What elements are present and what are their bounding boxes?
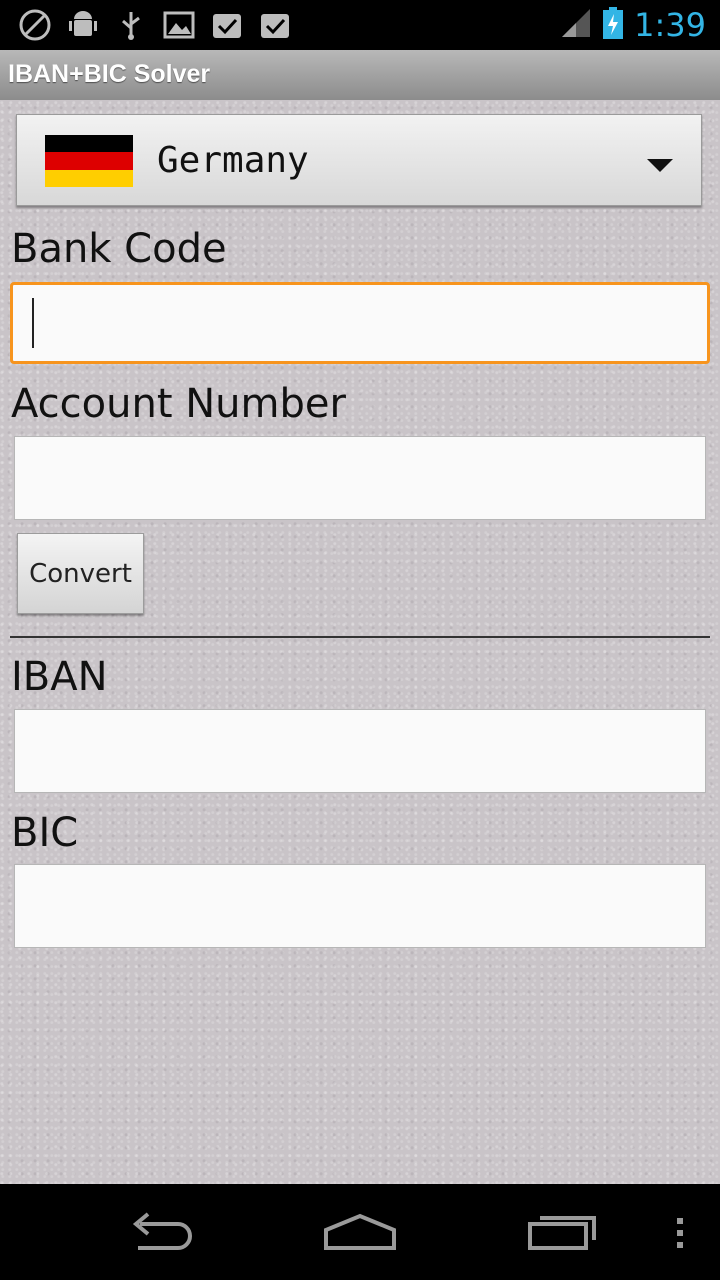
bank-code-label: Bank Code: [11, 226, 227, 272]
bic-field[interactable]: [14, 864, 706, 948]
germany-flag-icon: [45, 135, 133, 187]
account-number-input[interactable]: [15, 437, 705, 519]
bank-code-field[interactable]: [10, 282, 710, 364]
convert-button[interactable]: Convert: [17, 533, 144, 614]
country-spinner[interactable]: Germany: [16, 114, 702, 206]
home-icon[interactable]: [322, 1208, 398, 1260]
iban-field[interactable]: [14, 709, 706, 793]
download-done-icon: [258, 8, 292, 42]
country-selected-label: Germany: [157, 140, 309, 181]
flag-stripe-gold: [45, 169, 133, 187]
bic-output[interactable]: [15, 865, 705, 947]
dropdown-arrow-icon: [647, 157, 673, 177]
signal-icon: [560, 7, 592, 43]
account-number-field[interactable]: [14, 436, 706, 520]
usb-icon: [114, 8, 148, 42]
app-title-bar: IBAN+BIC Solver: [0, 50, 720, 100]
main-content: Germany Bank Code Account Number Convert…: [0, 100, 720, 1184]
recents-icon[interactable]: [526, 1208, 600, 1260]
divider: [10, 636, 710, 638]
overflow-menu-icon[interactable]: [672, 1208, 688, 1260]
android-debug-icon: [66, 8, 100, 42]
iban-label: IBAN: [11, 654, 108, 700]
battery-charging-icon: [602, 6, 624, 44]
bic-label: BIC: [11, 810, 79, 856]
account-number-label: Account Number: [11, 381, 346, 427]
iban-output[interactable]: [15, 710, 705, 792]
back-icon[interactable]: [124, 1208, 196, 1260]
clock: 1:39: [634, 6, 706, 44]
download-done-icon: [210, 8, 244, 42]
flag-stripe-red: [45, 152, 133, 170]
flag-stripe-black: [45, 135, 133, 153]
blocked-icon: [18, 8, 52, 42]
status-bar: 1:39: [0, 0, 720, 50]
navigation-bar: [0, 1184, 720, 1280]
bank-code-input[interactable]: [13, 285, 707, 361]
text-cursor: [32, 298, 34, 348]
app-title: IBAN+BIC Solver: [8, 60, 211, 88]
picture-icon: [162, 8, 196, 42]
